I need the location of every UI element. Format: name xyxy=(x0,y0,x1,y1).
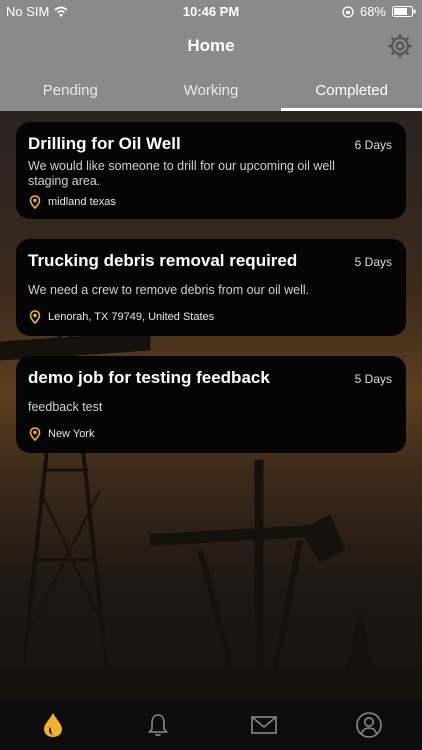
job-title: Trucking debris removal required xyxy=(28,251,298,270)
job-days: 6 Days xyxy=(354,138,392,152)
nav-bar: Home xyxy=(0,24,422,68)
job-title: demo job for testing feedback xyxy=(28,368,270,387)
job-title: Drilling for Oil Well xyxy=(28,134,181,153)
job-description: We would like someone to drill for our u… xyxy=(28,159,335,188)
battery-percent: 68% xyxy=(359,4,386,19)
job-card[interactable]: Trucking debris removal required 5 Days … xyxy=(16,239,406,336)
gear-icon[interactable] xyxy=(386,32,414,60)
location-pin-icon xyxy=(29,195,41,209)
status-bar: No SIM 10:46 PM 68% xyxy=(0,0,422,24)
job-location: New York xyxy=(48,428,95,440)
job-card[interactable]: demo job for testing feedback 5 Days fee… xyxy=(16,356,406,453)
location-pin-icon xyxy=(29,310,41,324)
job-location: Lenorah, TX 79749, United States xyxy=(48,311,215,323)
profile-icon[interactable] xyxy=(355,711,383,739)
battery-icon xyxy=(392,6,416,17)
job-location: midland texas xyxy=(48,196,116,208)
job-days: 5 Days xyxy=(354,255,392,269)
mail-icon[interactable] xyxy=(250,711,278,739)
bottom-tab-bar xyxy=(0,700,422,750)
tab-working[interactable]: Working xyxy=(141,68,282,111)
page-title: Home xyxy=(187,36,235,55)
job-description: We need a crew to remove debris from our… xyxy=(28,283,310,297)
tab-pending[interactable]: Pending xyxy=(0,68,141,111)
home-drop-icon[interactable] xyxy=(39,711,67,739)
bell-icon[interactable] xyxy=(144,711,172,739)
job-description: feedback test xyxy=(28,400,103,414)
location-pin-icon xyxy=(29,427,41,441)
job-days: 5 Days xyxy=(354,372,392,386)
orientation-lock-icon xyxy=(342,5,354,18)
segment-tabs: Pending Working Completed xyxy=(0,68,422,111)
tab-completed[interactable]: Completed xyxy=(281,68,422,111)
job-card[interactable]: Drilling for Oil Well 6 Days We would li… xyxy=(16,122,406,219)
